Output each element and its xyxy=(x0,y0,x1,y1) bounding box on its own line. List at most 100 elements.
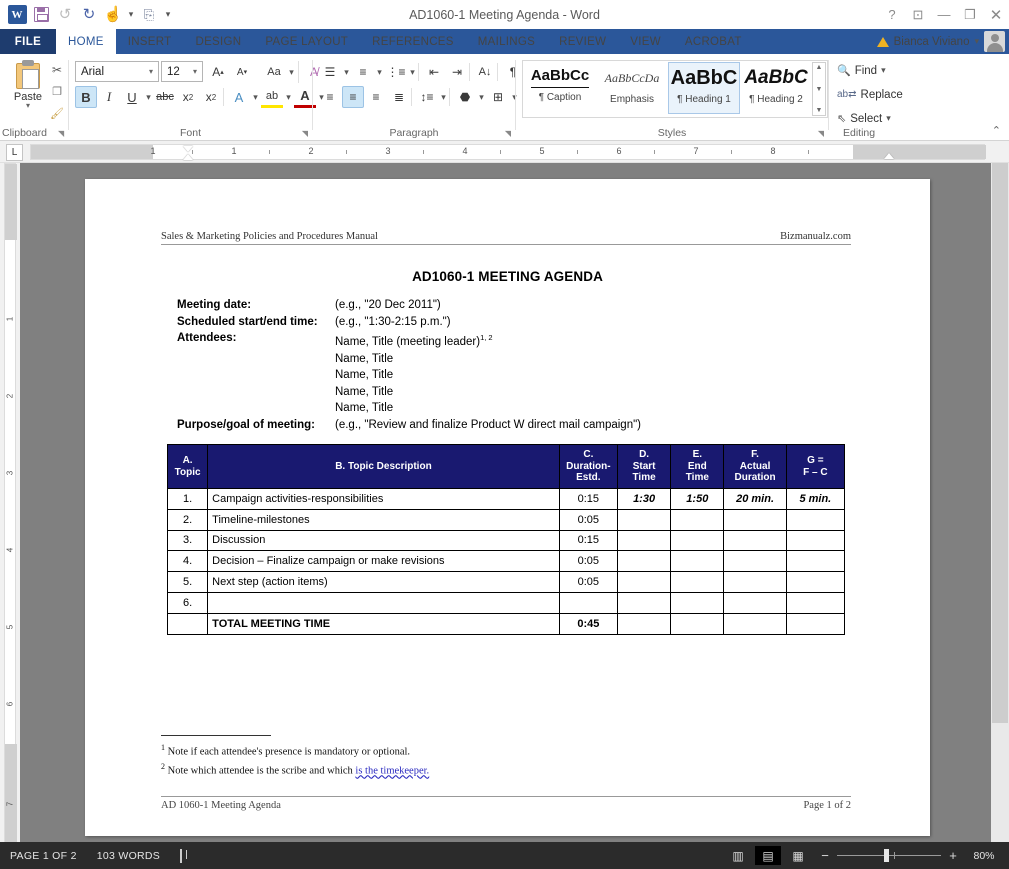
touch-mode-dropdown-icon[interactable]: ▾ xyxy=(126,4,136,26)
sort-icon[interactable]: A↓ xyxy=(474,61,496,83)
increase-indent-icon[interactable]: ⇥ xyxy=(446,61,468,83)
justify-icon[interactable]: ≣ xyxy=(388,86,410,108)
style-heading-2[interactable]: AaBbC ¶ Heading 2 xyxy=(740,62,812,114)
align-right-icon[interactable]: ≡ xyxy=(365,86,387,108)
style-heading-1[interactable]: AaBbC ¶ Heading 1 xyxy=(668,62,740,114)
zoom-out-button[interactable]: − xyxy=(819,848,831,863)
multilevel-list-icon[interactable]: ⋮≡ xyxy=(385,61,407,83)
font-size-input[interactable]: 12 ▾ xyxy=(161,61,203,82)
tab-file[interactable]: FILE xyxy=(0,29,56,54)
paste-dropdown-icon[interactable]: ▾ xyxy=(8,102,48,110)
line-spacing-dropdown-icon[interactable]: ▾ xyxy=(439,86,448,108)
cell-total-label[interactable]: TOTAL MEETING TIME xyxy=(207,612,560,635)
grow-font-icon[interactable]: A ▴ xyxy=(207,61,229,83)
customize-quick-access-icon[interactable]: ⎘ xyxy=(138,4,160,26)
text-effects-dropdown-icon[interactable]: ▾ xyxy=(251,86,260,108)
cell-gc[interactable] xyxy=(785,612,846,635)
cell-desc[interactable]: Campaign activities-responsibilities xyxy=(207,488,560,510)
cell-desc[interactable]: Decision – Finalize campaign or make rev… xyxy=(207,550,560,573)
zoom-handle[interactable] xyxy=(884,849,889,862)
touch-mode-icon[interactable]: ☝ xyxy=(102,4,124,26)
ribbon-display-options-icon[interactable]: ⊡ xyxy=(905,0,931,29)
scrollbar-thumb[interactable] xyxy=(992,163,1008,723)
tab-acrobat[interactable]: ACROBAT xyxy=(673,29,754,54)
undo-icon[interactable]: ↺ xyxy=(54,4,76,26)
cell-duration[interactable]: 0:05 xyxy=(558,571,618,593)
zoom-in-button[interactable]: + xyxy=(947,848,959,863)
cell-start[interactable] xyxy=(616,550,672,573)
cell-start[interactable] xyxy=(616,508,672,531)
cell-num[interactable]: 6. xyxy=(166,591,209,614)
text-effects-icon[interactable]: A xyxy=(228,86,250,108)
zoom-level-label[interactable]: 80% xyxy=(967,850,1001,862)
cell-end[interactable] xyxy=(670,550,725,573)
numbering-icon[interactable]: ≡ xyxy=(352,61,374,83)
cell-end[interactable] xyxy=(670,612,725,635)
agenda-table[interactable]: A. Topic B. Topic Description C. Duration-… xyxy=(166,444,846,635)
styles-gallery-nav[interactable]: ▲ ▼ ▼ xyxy=(812,62,826,116)
subscript-icon[interactable]: x2 xyxy=(177,86,199,108)
cell-end[interactable]: 1:50 xyxy=(670,488,725,510)
tab-design[interactable]: DESIGN xyxy=(183,29,253,54)
word-logo-icon[interactable]: W xyxy=(6,4,28,26)
cell-num[interactable] xyxy=(166,612,209,635)
styles-scroll-up-icon[interactable]: ▲ xyxy=(816,64,823,71)
vertical-ruler[interactable]: 1 2 3 4 5 6 7 xyxy=(0,163,20,843)
user-account-area[interactable]: Bianca Viviano ▾ xyxy=(876,29,1005,54)
help-icon[interactable]: ? xyxy=(879,0,905,29)
format-painter-icon[interactable]: 🖌 xyxy=(44,103,70,125)
hanging-indent-marker[interactable] xyxy=(183,154,193,160)
cut-icon[interactable]: ✂ xyxy=(44,59,70,81)
cell-gc[interactable] xyxy=(785,591,846,614)
vertical-scrollbar[interactable] xyxy=(991,163,1009,842)
cell-num[interactable]: 5. xyxy=(166,571,209,593)
web-layout-view-icon[interactable]: ▦ xyxy=(785,846,811,865)
cell-end[interactable] xyxy=(670,571,725,593)
tab-mailings[interactable]: MAILINGS xyxy=(466,29,547,54)
redo-icon[interactable]: ↻ xyxy=(78,4,100,26)
borders-icon[interactable]: ⊞ xyxy=(487,86,509,108)
bullets-dropdown-icon[interactable]: ▾ xyxy=(342,61,351,83)
cell-start[interactable] xyxy=(616,591,672,614)
read-mode-view-icon[interactable]: ▥ xyxy=(725,846,751,865)
cell-gc[interactable] xyxy=(785,529,846,552)
text-highlight-icon[interactable]: ab xyxy=(261,86,283,108)
change-case-dropdown-icon[interactable]: ▾ xyxy=(287,61,296,83)
select-button[interactable]: ⇖ Select ▾ xyxy=(837,108,903,129)
cell-actual[interactable] xyxy=(723,591,787,614)
find-button[interactable]: 🔍 Find ▾ xyxy=(837,60,903,81)
user-dropdown-icon[interactable]: ▾ xyxy=(974,37,979,46)
line-spacing-icon[interactable]: ↕≡ xyxy=(416,86,438,108)
cell-actual[interactable] xyxy=(723,529,787,552)
document-page[interactable]: Sales & Marketing Policies and Procedure… xyxy=(85,179,930,836)
select-dropdown-icon[interactable]: ▾ xyxy=(886,114,891,123)
horizontal-ruler[interactable]: L 1 1 2 3 4 5 6 7 8 xyxy=(0,141,1009,163)
bullets-icon[interactable]: ☰ xyxy=(319,61,341,83)
footnote-link-text[interactable]: is the timekeeper. xyxy=(355,766,429,777)
styles-scroll-down-icon[interactable]: ▼ xyxy=(816,86,823,93)
cell-desc[interactable]: Timeline-milestones xyxy=(207,508,560,531)
cell-start[interactable]: 1:30 xyxy=(616,488,672,510)
style-caption[interactable]: AaBbCc ¶ Caption xyxy=(524,62,596,114)
tab-stop-selector[interactable]: L xyxy=(6,144,23,161)
cell-duration[interactable]: 0:15 xyxy=(558,488,618,510)
zoom-slider[interactable]: − + xyxy=(815,848,963,863)
underline-icon[interactable]: U xyxy=(121,86,143,108)
right-indent-marker[interactable] xyxy=(884,153,894,159)
underline-dropdown-icon[interactable]: ▾ xyxy=(144,86,153,108)
save-icon[interactable] xyxy=(30,4,52,26)
align-left-icon[interactable]: ≡ xyxy=(319,86,341,108)
cell-gc[interactable] xyxy=(785,550,846,573)
cell-gc[interactable] xyxy=(785,571,846,593)
cell-actual[interactable] xyxy=(723,550,787,573)
italic-icon[interactable]: I xyxy=(98,86,120,108)
cell-start[interactable] xyxy=(616,571,672,593)
tab-insert[interactable]: INSERT xyxy=(116,29,184,54)
cell-num[interactable]: 2. xyxy=(166,508,209,531)
cell-duration[interactable]: 0:05 xyxy=(558,508,618,531)
style-emphasis[interactable]: AaBbCcDa Emphasis xyxy=(596,62,668,114)
cell-start[interactable] xyxy=(616,612,672,635)
cell-gc[interactable] xyxy=(785,508,846,531)
cell-actual[interactable]: 20 min. xyxy=(723,488,787,510)
word-count[interactable]: 103 WORDS xyxy=(87,850,170,862)
